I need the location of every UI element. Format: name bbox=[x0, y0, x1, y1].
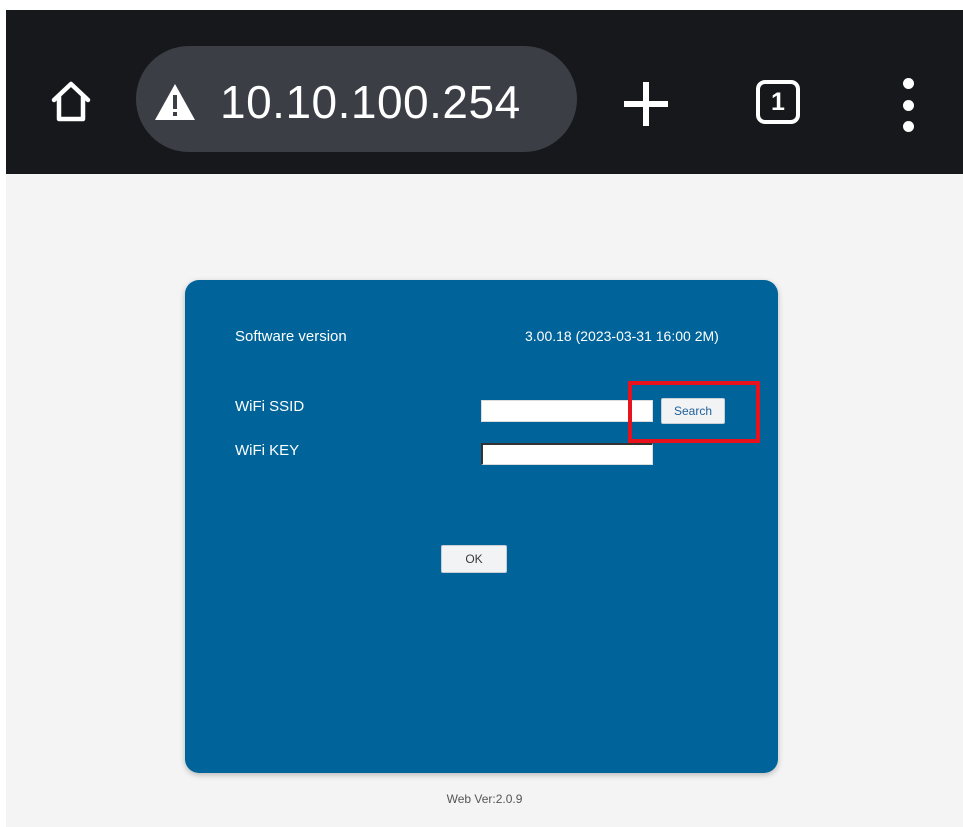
home-icon[interactable] bbox=[44, 74, 98, 128]
config-panel: Software version 3.00.18 (2023-03-31 16:… bbox=[185, 280, 778, 773]
software-version-value: 3.00.18 (2023-03-31 16:00 2M) bbox=[525, 328, 719, 344]
kebab-menu-icon[interactable] bbox=[896, 78, 920, 132]
plus-icon[interactable] bbox=[620, 78, 672, 130]
browser-window: 10.10.100.254 1 Software version 3.00.18… bbox=[6, 0, 963, 827]
address-text[interactable]: 10.10.100.254 bbox=[220, 72, 521, 132]
wifi-key-label: WiFi KEY bbox=[235, 442, 300, 459]
warning-triangle-icon[interactable] bbox=[154, 83, 196, 121]
tab-switcher-icon[interactable]: 1 bbox=[756, 80, 800, 124]
wifi-ssid-label: WiFi SSID bbox=[235, 398, 305, 415]
tab-count: 1 bbox=[771, 87, 785, 116]
search-highlight-box bbox=[628, 381, 760, 443]
menu-dot bbox=[902, 99, 914, 111]
browser-toolbar: 10.10.100.254 1 bbox=[6, 10, 963, 174]
ok-button[interactable]: OK bbox=[441, 545, 507, 573]
wifi-key-input[interactable] bbox=[481, 443, 653, 465]
software-version-label: Software version bbox=[235, 328, 347, 345]
menu-dot bbox=[902, 121, 914, 132]
menu-dot bbox=[902, 78, 914, 89]
web-version-text: Web Ver:2.0.9 bbox=[446, 792, 523, 806]
page-content: Software version 3.00.18 (2023-03-31 16:… bbox=[6, 174, 963, 827]
status-bar bbox=[6, 0, 963, 10]
